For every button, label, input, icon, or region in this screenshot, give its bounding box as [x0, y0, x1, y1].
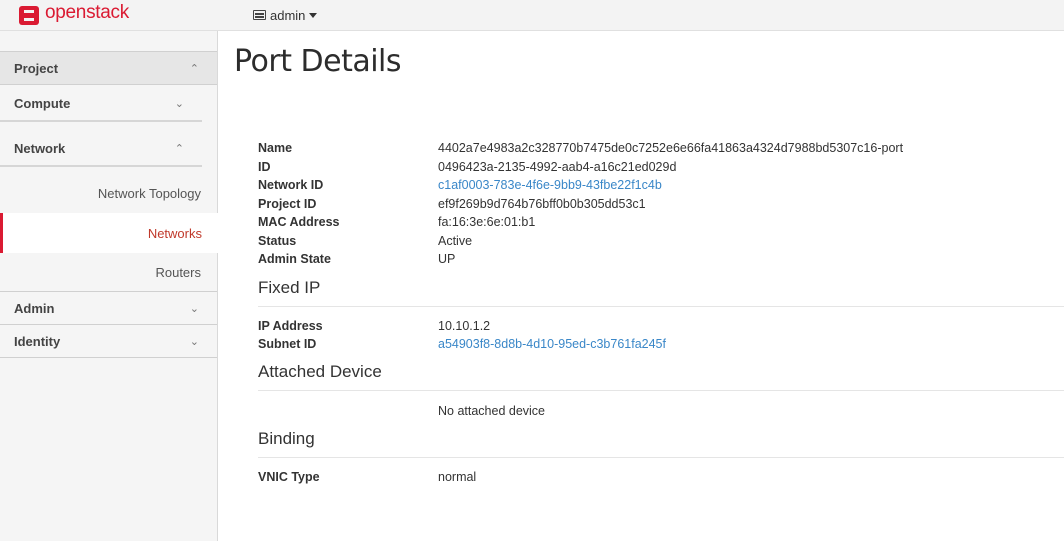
openstack-logo-icon — [19, 5, 39, 25]
sidebar: Project ⌃ Compute ⌄ Network ⌃ Network To… — [0, 31, 218, 541]
brand-link[interactable]: openstack — [19, 2, 129, 26]
detail-row-project-id: Project ID ef9f269b9d764b76bff0b0b305dd5… — [258, 195, 646, 213]
section-title-fixed-ip: Fixed IP — [258, 278, 321, 297]
detail-label: Status — [258, 234, 297, 248]
detail-label: ID — [258, 160, 271, 174]
sidebar-panel-compute[interactable]: Compute ⌄ — [0, 86, 202, 122]
section-title-attached-device: Attached Device — [258, 362, 382, 381]
sidebar-panel-label: Admin — [14, 300, 55, 316]
port-name-value: 4402a7e4983a2c328770b7475de0c7252e6e66fa… — [438, 141, 904, 155]
detail-row-admin-state: Admin State UP — [258, 250, 455, 268]
section-title-binding: Binding — [258, 429, 315, 448]
detail-row-subnet-id: Subnet ID a54903f8-8d8b-4d10-95ed-c3b761… — [258, 335, 666, 353]
sidebar-item-networks[interactable]: Networks — [0, 213, 218, 253]
top-navbar: openstack admin — [0, 0, 1064, 31]
detail-row-mac-address: MAC Address fa:16:3e:6e:01:b1 — [258, 213, 535, 231]
sidebar-panel-network[interactable]: Network ⌃ — [0, 131, 202, 167]
server-icon — [253, 10, 266, 20]
project-id-value: ef9f269b9d764b76bff0b0b305dd53c1 — [438, 197, 646, 211]
brand-text: openstack — [45, 2, 129, 23]
section-divider — [258, 390, 1064, 391]
detail-label: Name — [258, 141, 293, 155]
sidebar-item-routers[interactable]: Routers — [0, 253, 217, 291]
no-attached-device-text: No attached device — [438, 404, 546, 418]
detail-label: MAC Address — [258, 215, 340, 229]
sidebar-panel-label: Project — [14, 60, 59, 76]
page-title: Port Details — [234, 44, 402, 79]
caret-down-icon — [309, 12, 318, 18]
chevron-up-icon: ⌃ — [189, 62, 199, 75]
port-id-value: 0496423a-2135-4992-aab4-a16c21ed029d — [438, 160, 677, 174]
vnic-type-value: normal — [438, 470, 477, 484]
detail-row-name: Name 4402a7e4983a2c328770b7475de0c7252e6… — [258, 139, 903, 157]
sidebar-item-network-topology[interactable]: Network Topology — [0, 174, 217, 212]
detail-label: Network ID — [258, 178, 324, 192]
mac-address-value: fa:16:3e:6e:01:b1 — [438, 215, 536, 229]
sidebar-panel-label: Network — [14, 140, 66, 156]
detail-label: IP Address — [258, 319, 323, 333]
sidebar-panel-label: Compute — [14, 95, 71, 111]
detail-row-vnic-type: VNIC Type normal — [258, 468, 476, 486]
detail-row-network-id: Network ID c1af0003-783e-4f6e-9bb9-43fbe… — [258, 176, 662, 194]
project-picker-dropdown[interactable]: admin — [253, 7, 318, 23]
chevron-down-icon: ⌄ — [189, 335, 199, 348]
detail-label: VNIC Type — [258, 470, 320, 484]
network-id-link[interactable]: c1af0003-783e-4f6e-9bb9-43fbe22f1c4b — [438, 178, 662, 192]
chevron-up-icon: ⌃ — [174, 142, 184, 155]
chevron-down-icon: ⌄ — [174, 97, 184, 110]
detail-row-id: ID 0496423a-2135-4992-aab4-a16c21ed029d — [258, 158, 676, 176]
project-picker-label: admin — [270, 7, 306, 23]
detail-label: Project ID — [258, 197, 317, 211]
status-value: Active — [438, 234, 473, 248]
sidebar-panel-admin[interactable]: Admin ⌄ — [0, 292, 217, 325]
ip-address-value: 10.10.1.2 — [438, 319, 491, 333]
section-divider — [258, 457, 1064, 458]
subnet-id-link[interactable]: a54903f8-8d8b-4d10-95ed-c3b761fa245f — [438, 337, 666, 351]
detail-row-ip-address: IP Address 10.10.1.2 — [258, 317, 490, 335]
detail-label: Admin State — [258, 252, 331, 266]
sidebar-panel-label: Identity — [14, 333, 61, 349]
detail-row-status: Status Active — [258, 232, 472, 250]
detail-label: Subnet ID — [258, 337, 317, 351]
chevron-down-icon: ⌄ — [189, 302, 199, 315]
sidebar-panel-project[interactable]: Project ⌃ — [0, 52, 217, 85]
admin-state-value: UP — [438, 252, 456, 266]
section-divider — [258, 306, 1064, 307]
sidebar-panel-identity[interactable]: Identity ⌄ — [0, 325, 217, 358]
